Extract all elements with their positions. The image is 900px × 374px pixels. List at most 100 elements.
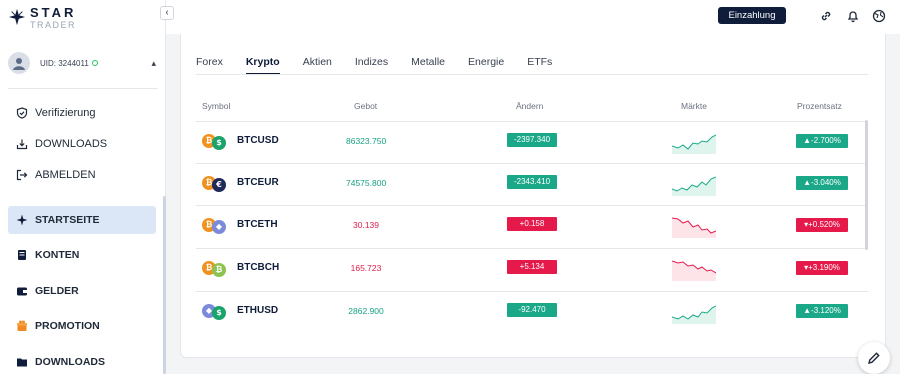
symbol: BTCETH — [237, 219, 278, 230]
table-row[interactable]: ₿ ₿ BTCBCH 165.723 +5.134 ▾+3.190% — [196, 248, 868, 290]
sidebar-item-funds[interactable]: GELDER — [8, 278, 156, 304]
sidebar-item-verification[interactable]: Verifizierung — [8, 100, 156, 126]
bid-value: 86323.750 — [346, 136, 387, 146]
bitcoin-cash-icon: ₿ — [212, 263, 226, 277]
link-icon[interactable] — [819, 9, 833, 23]
tab-energy[interactable]: Energie — [468, 55, 504, 75]
table-scrollbar[interactable] — [865, 120, 868, 250]
change-badge: -2397.340 — [507, 133, 557, 147]
chevron-left-icon: ‹ — [165, 7, 169, 18]
table-row[interactable]: ₿ ◆ BTCETH 30.139 +0.158 ▾+0.520% — [196, 205, 868, 247]
sidebar-item-home[interactable]: STARTSEITE — [8, 206, 156, 234]
shield-check-icon — [16, 107, 28, 119]
header-symbol: Symbol — [202, 101, 231, 111]
percent-badge: ▲-2.700% — [796, 134, 848, 148]
brand-name: STAR — [30, 5, 77, 20]
header-percent: Prozentsatz — [797, 101, 842, 111]
bell-icon[interactable] — [846, 9, 860, 23]
tab-indices[interactable]: Indizes — [355, 55, 388, 75]
pair-icons: ₿ ₿ — [202, 261, 226, 277]
logout-icon — [16, 169, 28, 181]
symbol: ETHUSD — [237, 305, 279, 316]
dollar-icon: $ — [212, 136, 226, 150]
top-bar — [166, 0, 900, 34]
symbol: BTCEUR — [237, 177, 279, 188]
sidebar-item-accounts[interactable]: KONTEN — [8, 242, 156, 268]
tab-forex[interactable]: Forex — [196, 55, 223, 75]
sidebar-item-downloads-2[interactable]: DOWNLOADS — [8, 349, 156, 374]
percent-badge: ▲-3.040% — [796, 176, 848, 190]
user-account-toggle[interactable]: UID: 3244011 ▴ — [8, 52, 160, 74]
sparkline — [672, 176, 716, 196]
sidebar-scrollbar[interactable] — [163, 196, 166, 374]
bid-value: 30.139 — [353, 220, 379, 230]
header-change: Ändern — [516, 101, 544, 111]
table-row[interactable]: ₿ € BTCEUR 74575.800 -2343.410 ▲-3.040% — [196, 163, 868, 205]
sidebar-divider — [8, 88, 158, 89]
table-row[interactable]: ◆ $ ETHUSD 2862.900 -92.470 ▲-3.120% — [196, 291, 868, 333]
pair-icons: ₿ ◆ — [202, 218, 226, 234]
sidebar-item-label: KONTEN — [35, 249, 80, 261]
euro-icon: € — [212, 178, 226, 192]
sidebar-item-label: DOWNLOADS — [35, 138, 108, 150]
sparkline — [672, 260, 716, 281]
tab-stocks[interactable]: Aktien — [303, 55, 332, 75]
ethereum-icon: ◆ — [212, 220, 226, 234]
sidebar-item-label: STARTSEITE — [35, 214, 100, 226]
gift-icon — [17, 320, 27, 331]
globe-icon[interactable] — [872, 9, 886, 23]
star-icon — [16, 214, 28, 226]
pair-icons: ₿ $ — [202, 134, 226, 150]
user-avatar-icon — [13, 58, 25, 70]
percent-badge: ▾+0.520% — [796, 218, 848, 232]
percent-badge: ▲-3.120% — [796, 304, 848, 318]
brand-logo[interactable]: STAR TRADER — [8, 6, 76, 30]
folder-download-icon — [17, 358, 27, 367]
user-uid: UID: 3244011 — [40, 58, 89, 68]
wallet-icon — [17, 287, 27, 296]
sidebar: STAR TRADER UID: 3244011 ▴ Verifizierung… — [0, 0, 166, 374]
pair-icons: ◆ $ — [202, 304, 226, 320]
market-tabs: Forex Krypto Aktien Indizes Metalle Ener… — [196, 55, 575, 75]
deposit-button[interactable]: Einzahlung — [718, 7, 786, 24]
symbol: BTCUSD — [237, 135, 279, 146]
pencil-icon — [868, 352, 880, 364]
change-badge: -92.470 — [507, 303, 557, 317]
edit-button[interactable] — [858, 342, 890, 374]
change-badge: +0.158 — [507, 217, 557, 231]
dollar-icon: $ — [212, 306, 226, 320]
sidebar-item-label: DOWNLOADS — [35, 356, 105, 368]
sidebar-item-logout[interactable]: ABMELDEN — [8, 162, 156, 188]
percent-badge: ▾+3.190% — [796, 261, 848, 275]
sparkline — [672, 217, 716, 238]
tabs-divider — [196, 74, 868, 75]
avatar — [8, 52, 30, 74]
sidebar-item-label: GELDER — [35, 285, 79, 297]
tab-etfs[interactable]: ETFs — [527, 55, 552, 75]
header-markets: Märkte — [681, 101, 707, 111]
collapse-sidebar-button[interactable]: ‹ — [160, 6, 174, 20]
sidebar-item-label: ABMELDEN — [35, 169, 96, 181]
change-badge: +5.134 — [507, 260, 557, 274]
change-badge: -2343.410 — [507, 175, 557, 189]
symbol: BTCBCH — [237, 262, 280, 273]
bid-value: 2862.900 — [348, 306, 384, 316]
tab-metals[interactable]: Metalle — [411, 55, 445, 75]
tab-crypto[interactable]: Krypto — [245, 55, 280, 75]
copy-uid-icon[interactable] — [91, 60, 98, 66]
bid-value: 165.723 — [350, 263, 382, 273]
brand-subtitle: TRADER — [30, 20, 77, 30]
sidebar-item-label: Verifizierung — [35, 107, 96, 119]
sidebar-item-downloads[interactable]: DOWNLOADS — [8, 131, 156, 157]
document-icon — [18, 250, 26, 260]
chevron-up-icon[interactable]: ▴ — [151, 58, 156, 69]
download-icon — [16, 139, 28, 150]
star-logo-icon — [8, 8, 26, 26]
sidebar-item-promotion[interactable]: PROMOTION — [8, 313, 156, 339]
sparkline — [672, 134, 716, 154]
table-row[interactable]: ₿ $ BTCUSD 86323.750 -2397.340 ▲-2.700% — [196, 121, 868, 163]
sparkline — [672, 305, 716, 324]
pair-icons: ₿ € — [202, 176, 226, 192]
sidebar-item-label: PROMOTION — [35, 320, 100, 332]
bid-value: 74575.800 — [346, 178, 387, 188]
